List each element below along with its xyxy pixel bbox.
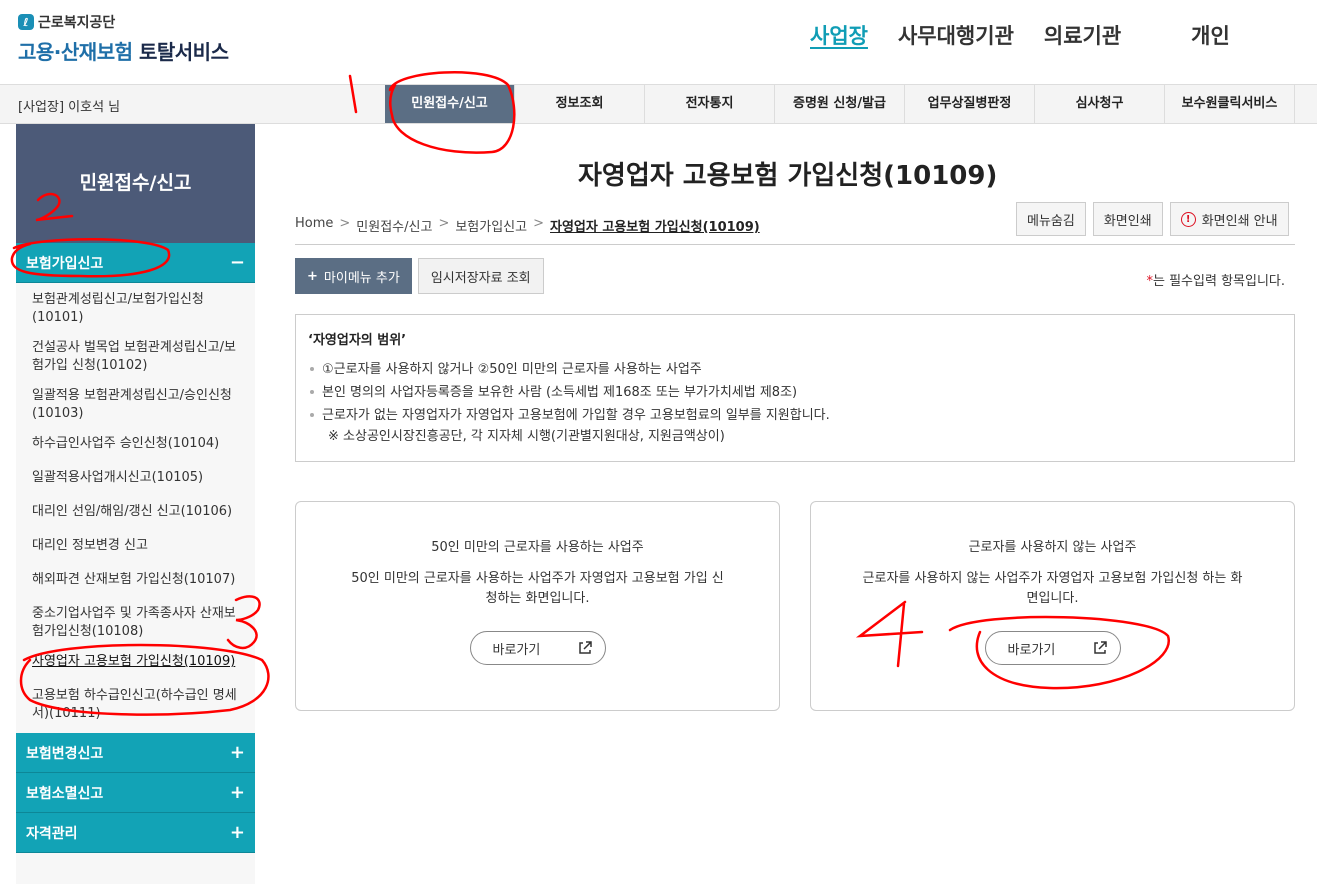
go-button-label: 바로가기	[1007, 642, 1056, 658]
temp-save-lookup-button[interactable]: 임시저장자료 조회	[417, 258, 544, 294]
card-desc: 50인 미만의 근로자를 사용하는 사업주가 자영업자 고용보험 가입 신청하는…	[351, 571, 724, 606]
collapse-icon: −	[229, 252, 245, 273]
bullet-icon	[310, 390, 314, 394]
info-line: ①근로자를 사용하지 않거나 ②50인 미만의 근로자를 사용하는 사업주	[308, 358, 1282, 381]
go-button[interactable]: 바로가기	[984, 631, 1121, 665]
sidebar-item-10104[interactable]: 하수급인사업주 승인신청(10104)	[16, 429, 255, 463]
bullet-icon	[310, 367, 314, 371]
sidebar-section-qualification[interactable]: 자격관리 +	[16, 813, 255, 853]
site-logo[interactable]: ℓ 근로복지공단 고용·산재보험 토탈서비스	[18, 12, 229, 65]
breadcrumb-join[interactable]: 보험가입신고	[455, 216, 527, 235]
sidebar-item-10102[interactable]: 건설공사 벌목업 보험관계성립신고/보험가입 신청(10102)	[16, 333, 255, 381]
go-button-label: 바로가기	[492, 642, 541, 658]
gnb-workplace[interactable]: 사업장	[810, 20, 868, 50]
plus-icon: +	[307, 268, 318, 284]
info-line-text: 본인 명의의 사업자등록증을 보유한 사람 (소득세법 제168조 또는 부가가…	[322, 385, 798, 400]
external-link-icon	[1093, 641, 1107, 654]
print-guide-label: 화면인쇄 안내	[1201, 213, 1278, 229]
breadcrumb-separator-icon: >	[438, 216, 450, 231]
sidebar-sub-list: 보험관계성립신고/보험가입신청(10101) 건설공사 벌목업 보험관계성립신고…	[16, 283, 255, 733]
breadcrumb-separator-icon: >	[533, 216, 545, 231]
gnb-personal[interactable]: 개인	[1191, 20, 1230, 50]
card-no-employees: 근로자를 사용하지 않는 사업주 근로자를 사용하지 않는 사업주가 자영업자 …	[810, 501, 1295, 711]
tab-civil-report[interactable]: 민원접수/신고	[385, 85, 515, 123]
breadcrumb-civil[interactable]: 민원접수/신고	[356, 216, 432, 235]
sidebar-item-10106[interactable]: 대리인 선임/해임/갱신 신고(10106)	[16, 497, 255, 531]
info-line-text: ①근로자를 사용하지 않거나 ②50인 미만의 근로자를 사용하는 사업주	[322, 362, 702, 377]
info-note: ※ 소상공인시장진흥공단, 각 지자체 시행(기관별지원대상, 지원금액상이)	[328, 429, 725, 444]
sidebar-item-10108[interactable]: 중소기업사업주 및 가족종사자 산재보험가입신청(10108)	[16, 599, 255, 647]
action-buttons: + 마이메뉴 추가 임시저장자료 조회	[295, 258, 550, 294]
util-buttons: 메뉴숨김 화면인쇄 ! 화면인쇄 안내	[1009, 202, 1289, 236]
sidebar-section-label: 보험변경신고	[26, 745, 104, 762]
global-nav: 사업장 사무대행기관 의료기관 개인	[810, 20, 1260, 50]
info-line: 본인 명의의 사업자등록증을 보유한 사람 (소득세법 제168조 또는 부가가…	[308, 381, 1282, 404]
top-menu-bar: [사업장] 이호석 님 민원접수/신고 정보조회 전자통지 증명원 신청/발급 …	[0, 84, 1317, 124]
sidebar-section-change[interactable]: 보험변경신고 +	[16, 733, 255, 773]
card-under-50: 50인 미만의 근로자를 사용하는 사업주 50인 미만의 근로자를 사용하는 …	[295, 501, 780, 711]
page-title: 자영업자 고용보험 가입신청(10109)	[578, 161, 998, 191]
breadcrumb: Home > 민원접수/신고 > 보험가입신고 > 자영업자 고용보험 가입신청…	[295, 216, 766, 235]
card-title: 근로자를 사용하지 않는 사업주	[968, 540, 1137, 555]
external-link-icon	[578, 641, 592, 654]
sidebar-item-10111[interactable]: 고용보험 하수급인신고(하수급인 명세서)(10111)	[16, 681, 255, 729]
main-tabs: 민원접수/신고 정보조회 전자통지 증명원 신청/발급 업무상질병판정 심사청구…	[385, 85, 1295, 123]
org-name: 근로복지공단	[38, 15, 116, 31]
expand-icon: +	[229, 782, 245, 803]
card-title: 50인 미만의 근로자를 사용하는 사업주	[431, 540, 644, 555]
sidebar-item-10103[interactable]: 일괄적용 보험관계성립신고/승인신청(10103)	[16, 381, 255, 429]
expand-icon: +	[229, 822, 245, 843]
bullet-icon	[310, 413, 314, 417]
sidebar-section-label: 보험소멸신고	[26, 785, 104, 802]
add-my-menu-label: 마이메뉴 추가	[323, 270, 400, 286]
add-my-menu-button[interactable]: + 마이메뉴 추가	[295, 258, 412, 294]
gnb-agency[interactable]: 사무대행기관	[898, 20, 1014, 50]
hide-menu-button[interactable]: 메뉴숨김	[1016, 202, 1086, 236]
site-header: ℓ 근로복지공단 고용·산재보험 토탈서비스 사업장 사무대행기관 의료기관 개…	[0, 0, 1317, 84]
print-button[interactable]: 화면인쇄	[1092, 202, 1163, 236]
tab-e-notice[interactable]: 전자통지	[645, 85, 775, 123]
sidebar-item-10109[interactable]: 자영업자 고용보험 가입신청(10109)	[16, 647, 255, 681]
logo-mark-icon: ℓ	[18, 14, 34, 30]
required-text: 는 필수입력 항목입니다.	[1153, 274, 1285, 289]
sidebar-section-termination[interactable]: 보험소멸신고 +	[16, 773, 255, 813]
sidebar-title: 민원접수/신고	[16, 124, 255, 243]
sidebar-section-label: 자격관리	[26, 825, 78, 842]
go-button[interactable]: 바로가기	[469, 631, 606, 665]
warning-icon: !	[1180, 211, 1196, 227]
info-line-text: 근로자가 없는 자영업자가 자영업자 고용보험에 가입할 경우 고용보험료의 일…	[322, 408, 830, 423]
expand-icon: +	[229, 742, 245, 763]
user-name: [사업장] 이호석 님	[18, 100, 121, 115]
breadcrumb-current: 자영업자 고용보험 가입신청(10109)	[550, 220, 760, 235]
sidebar-item-10107[interactable]: 해외파견 산재보험 가입신청(10107)	[16, 565, 255, 599]
info-title: ‘자영업자의 범위’	[308, 333, 407, 348]
tab-certificates[interactable]: 증명원 신청/발급	[775, 85, 905, 123]
tab-wage-service[interactable]: 보수원클릭서비스	[1165, 85, 1295, 123]
print-guide-button[interactable]: ! 화면인쇄 안내	[1169, 202, 1289, 236]
sidebar-section-join[interactable]: 보험가입신고 −	[16, 243, 255, 283]
sidebar-item-10101[interactable]: 보험관계성립신고/보험가입신청(10101)	[16, 285, 255, 333]
sidebar-section-label: 보험가입신고	[26, 255, 104, 272]
divider	[295, 244, 1295, 245]
required-notice: *는 필수입력 항목입니다.	[1147, 270, 1286, 289]
gnb-medical[interactable]: 의료기관	[1044, 20, 1121, 50]
breadcrumb-separator-icon: >	[339, 216, 351, 231]
sidebar-item-10105[interactable]: 일괄적용사업개시신고(10105)	[16, 463, 255, 497]
tab-info-lookup[interactable]: 정보조회	[515, 85, 645, 123]
breadcrumb-home[interactable]: Home	[295, 216, 333, 235]
tab-review-request[interactable]: 심사청구	[1035, 85, 1165, 123]
sidebar: 민원접수/신고 보험가입신고 − 보험관계성립신고/보험가입신청(10101) …	[16, 124, 255, 884]
sidebar-item-agent-info[interactable]: 대리인 정보변경 신고	[16, 531, 255, 565]
service-suffix: 토탈서비스	[138, 40, 229, 64]
service-name: 고용·산재보험	[18, 40, 133, 64]
card-desc: 근로자를 사용하지 않는 사업주가 자영업자 고용보험 가입신청 하는 화면입니…	[862, 571, 1243, 606]
tab-disease-judgment[interactable]: 업무상질병판정	[905, 85, 1035, 123]
info-line: 근로자가 없는 자영업자가 자영업자 고용보험에 가입할 경우 고용보험료의 일…	[308, 404, 1282, 427]
scope-info-box: ‘자영업자의 범위’ ①근로자를 사용하지 않거나 ②50인 미만의 근로자를 …	[295, 314, 1295, 462]
